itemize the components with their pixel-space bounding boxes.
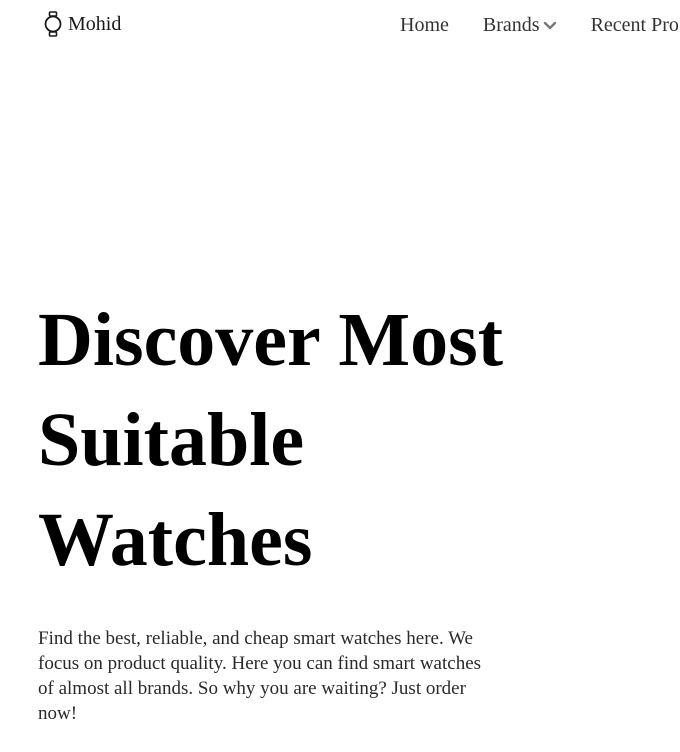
logo-link[interactable]: Mohid <box>44 11 121 37</box>
nav-link-recent-products[interactable]: Recent Pro <box>591 12 679 38</box>
top-navigation-bar: Mohid Home Brands Recent Pro <box>0 0 680 50</box>
watch-icon <box>44 11 62 37</box>
hero-title: Discover Most Suitable Watches <box>38 290 638 590</box>
hero-description: Find the best, reliable, and cheap smart… <box>38 628 482 724</box>
hero-title-line: Watches <box>38 498 313 582</box>
logo-text: Mohid <box>68 13 122 35</box>
main-nav: Home Brands Recent Pro <box>400 12 680 38</box>
nav-brands-label: Brands <box>482 14 540 36</box>
nav-link-home[interactable]: Home <box>400 12 449 38</box>
hero-title-line: Suitable <box>38 398 305 482</box>
nav-link-brands[interactable]: Brands <box>483 12 557 38</box>
hero-title-line: Discover Most <box>38 298 504 382</box>
chevron-down-icon <box>543 21 556 30</box>
